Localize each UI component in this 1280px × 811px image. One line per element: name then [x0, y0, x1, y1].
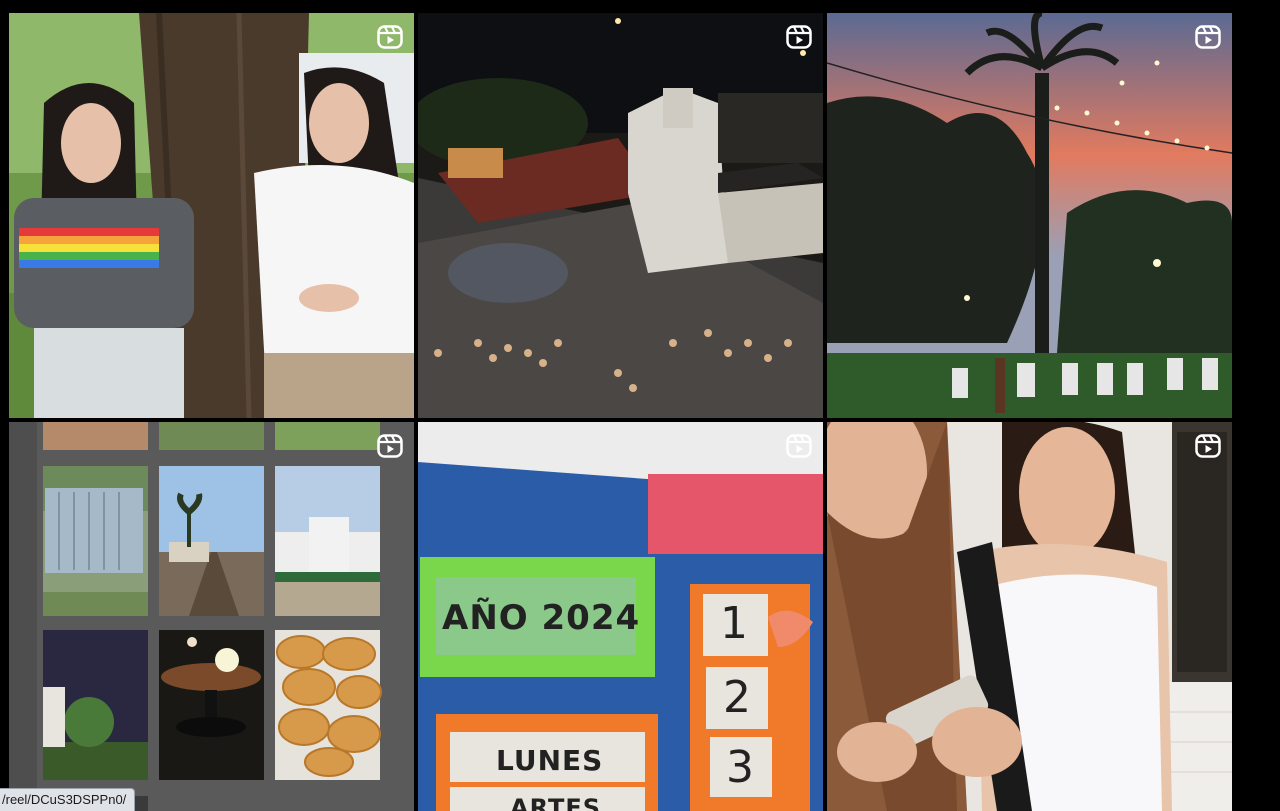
board-number-2: 2	[723, 672, 752, 723]
post-thumbnail-6	[827, 422, 1232, 811]
reel-icon	[377, 434, 403, 458]
reel-icon	[786, 434, 812, 458]
reel-icon	[1195, 25, 1221, 49]
post-thumbnail-3	[827, 13, 1232, 418]
board-day-1: LUNES	[496, 744, 604, 777]
post-thumbnail-4	[9, 422, 414, 811]
post-tile-2[interactable]	[418, 13, 823, 418]
board-day-2: ARTES	[510, 794, 602, 811]
reel-icon	[1195, 434, 1221, 458]
post-tile-6[interactable]	[827, 422, 1232, 811]
reel-icon	[786, 25, 812, 49]
board-year-label: AÑO 2024	[442, 598, 641, 638]
post-tile-4[interactable]	[9, 422, 414, 811]
post-tile-3[interactable]	[827, 13, 1232, 418]
post-thumbnail-2	[418, 13, 823, 418]
post-tile-5[interactable]: AÑO 2024 LUNES ARTES 1 2 3	[418, 422, 823, 811]
board-number-1: 1	[720, 598, 749, 649]
reels-grid: AÑO 2024 LUNES ARTES 1 2 3	[0, 0, 1280, 811]
link-status-bar: /reel/DCuS3DSPPn0/	[0, 788, 136, 811]
reel-icon	[377, 25, 403, 49]
board-number-3: 3	[726, 742, 755, 793]
post-thumbnail-1	[9, 13, 414, 418]
post-tile-1[interactable]	[9, 13, 414, 418]
